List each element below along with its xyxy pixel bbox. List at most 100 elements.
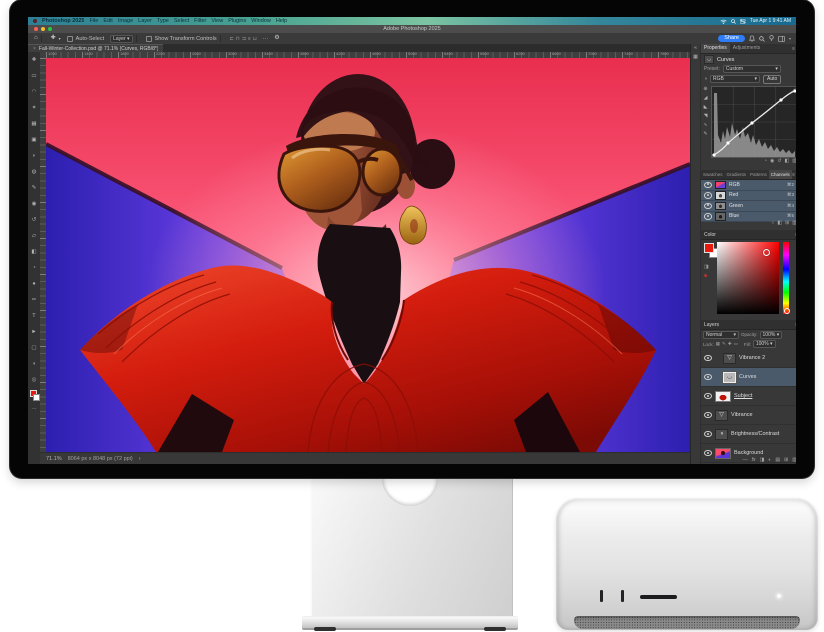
background-color-swatch[interactable]	[33, 394, 40, 401]
marquee-tool[interactable]: ▭	[31, 68, 36, 84]
collapse-panels-icon[interactable]: «	[691, 44, 700, 53]
color-picker-cursor[interactable]	[763, 249, 770, 256]
path-select-tool[interactable]: ►	[31, 324, 36, 340]
hand-tool[interactable]: ◖	[32, 356, 35, 372]
show-transform-checkbox[interactable]	[146, 36, 152, 42]
zoom-tool[interactable]: ◎	[32, 372, 37, 388]
control-center-icon[interactable]	[740, 19, 746, 24]
status-arrow-icon[interactable]: ›	[139, 456, 141, 462]
magic-wand-tool[interactable]: ✶	[32, 100, 37, 116]
layer-row-subject[interactable]: Subject	[701, 387, 796, 406]
brush-tool[interactable]: ✎	[32, 180, 37, 196]
tab-adjustments[interactable]: Adjustments	[730, 44, 764, 53]
saturation-brightness-field[interactable]	[717, 242, 779, 314]
shape-tool[interactable]: ▢	[31, 340, 36, 356]
hue-slider-marker[interactable]	[784, 308, 790, 314]
menu-layer[interactable]: Layer	[138, 17, 152, 25]
panel-menu-icon[interactable]: ≡	[792, 172, 796, 178]
tab-channels[interactable]: Channels	[769, 170, 792, 179]
layer-row-brightness-contrast[interactable]: ◑ Brightness/Contrast	[701, 425, 796, 444]
menu-image[interactable]: Image	[118, 17, 133, 25]
menu-window[interactable]: Window	[251, 17, 271, 25]
healing-brush-tool[interactable]: ◍	[32, 164, 37, 180]
delete-channel-icon[interactable]: ▥	[792, 220, 796, 226]
distribute-icon[interactable]: ≡	[248, 36, 251, 42]
menu-file[interactable]: File	[89, 17, 98, 25]
history-brush-tool[interactable]: ↺	[32, 212, 37, 228]
panel-menu-icon[interactable]: ≡	[792, 46, 796, 52]
curve-draw-icon[interactable]: ∿	[703, 122, 707, 128]
visibility-eye-icon[interactable]	[704, 412, 712, 419]
channel-row-red[interactable]: Red⌘3	[701, 191, 796, 202]
clip-to-layer-icon[interactable]: ◔	[764, 158, 767, 164]
auto-select-toggle[interactable]: Auto-Select	[67, 36, 104, 42]
visibility-eye-icon[interactable]	[704, 393, 712, 400]
lasso-tool[interactable]: ◠	[32, 84, 37, 100]
wifi-icon[interactable]	[720, 19, 727, 24]
visibility-eye-icon[interactable]	[704, 182, 712, 189]
channel-row-rgb[interactable]: RGB⌘2	[701, 180, 796, 191]
layer-mask-icon[interactable]: ◨	[760, 457, 765, 463]
reset-adjustment-icon[interactable]: ↺	[777, 158, 781, 164]
visibility-eye-icon[interactable]	[704, 431, 712, 438]
layer-row-vibrance-2[interactable]: ▽ Vibrance 2	[701, 349, 796, 368]
eraser-tool[interactable]: ▱	[32, 228, 36, 244]
lock-transparency-icon[interactable]: ▦	[716, 341, 720, 347]
tab-gradients[interactable]: Gradients	[725, 170, 749, 179]
zoom-level[interactable]: 71.1%	[46, 456, 62, 462]
menu-select[interactable]: Select	[174, 17, 189, 25]
home-icon[interactable]: ⌂	[34, 35, 38, 42]
clone-stamp-tool[interactable]: ◉	[32, 196, 37, 212]
menu-edit[interactable]: Edit	[103, 17, 112, 25]
lock-all-icon[interactable]: ▭	[734, 341, 738, 347]
default-colors-icon[interactable]: ◨	[704, 264, 709, 270]
link-layers-icon[interactable]: —	[743, 457, 748, 463]
new-layer-icon[interactable]: ⊞	[784, 457, 788, 463]
adjustment-layer-icon[interactable]: ◐	[768, 457, 771, 463]
move-tool-icon[interactable]: ✚	[51, 35, 56, 42]
libraries-panel-icon[interactable]: ▦	[691, 53, 700, 62]
opacity-dropdown[interactable]: 100% ▾	[760, 331, 783, 339]
menu-filter[interactable]: Filter	[194, 17, 206, 25]
tab-properties[interactable]: Properties	[701, 44, 730, 53]
channel-row-green[interactable]: Green⌘4	[701, 201, 796, 212]
align-right-icon[interactable]: ⊐	[242, 36, 246, 42]
auto-button[interactable]: Auto	[763, 75, 781, 84]
workspace-layout-icon[interactable]	[778, 36, 785, 42]
black-point-eyedropper-icon[interactable]: ◢	[704, 95, 708, 101]
eyedropper-tool[interactable]: ◗	[32, 148, 35, 164]
pen-tool[interactable]: ✑	[32, 292, 37, 308]
type-tool[interactable]: T	[32, 308, 35, 324]
load-selection-icon[interactable]: ○	[771, 220, 774, 226]
edit-toolbar-icon[interactable]: ···	[31, 401, 37, 417]
align-left-icon[interactable]: ⊏	[230, 36, 234, 42]
menu-plugins[interactable]: Plugins	[228, 17, 246, 25]
blur-tool[interactable]: ◔	[32, 260, 35, 276]
visibility-eye-icon[interactable]	[704, 213, 712, 220]
lock-pixels-icon[interactable]: ✎	[722, 341, 726, 347]
hue-slider[interactable]	[783, 242, 789, 314]
tab-swatches[interactable]: Swatches	[701, 170, 725, 179]
dodge-tool[interactable]: ●	[32, 276, 35, 292]
curve-pencil-icon[interactable]: ✎	[703, 131, 707, 137]
visibility-eye-icon[interactable]	[704, 192, 712, 199]
previous-state-icon[interactable]: ◧	[785, 158, 790, 164]
visibility-eye-icon[interactable]	[704, 374, 712, 381]
tab-patterns[interactable]: Patterns	[748, 170, 769, 179]
auto-select-target-dropdown[interactable]: Layer ▾	[110, 35, 132, 43]
crop-tool[interactable]: ▦	[31, 116, 36, 132]
search-icon[interactable]	[759, 36, 765, 42]
gear-icon[interactable]: ⚙	[274, 35, 279, 42]
white-point-eyedropper-icon[interactable]: ◥	[704, 113, 708, 119]
distribute-v-icon[interactable]: ⊔	[253, 36, 257, 42]
menu-type[interactable]: Type	[157, 17, 169, 25]
curves-graph[interactable]	[711, 86, 796, 158]
delete-adjustment-icon[interactable]: ▥	[792, 158, 796, 164]
align-center-icon[interactable]: ⊓	[236, 36, 240, 42]
visibility-eye-icon[interactable]	[704, 355, 712, 362]
channel-dropdown[interactable]: RGB▾	[710, 75, 760, 83]
visibility-eye-icon[interactable]	[704, 203, 712, 210]
panel-menu-icon[interactable]: ≡	[795, 232, 796, 238]
save-selection-icon[interactable]: ◧	[777, 220, 782, 226]
menu-bar-clock[interactable]: Tue Apr 1 9:41 AM	[750, 18, 791, 24]
